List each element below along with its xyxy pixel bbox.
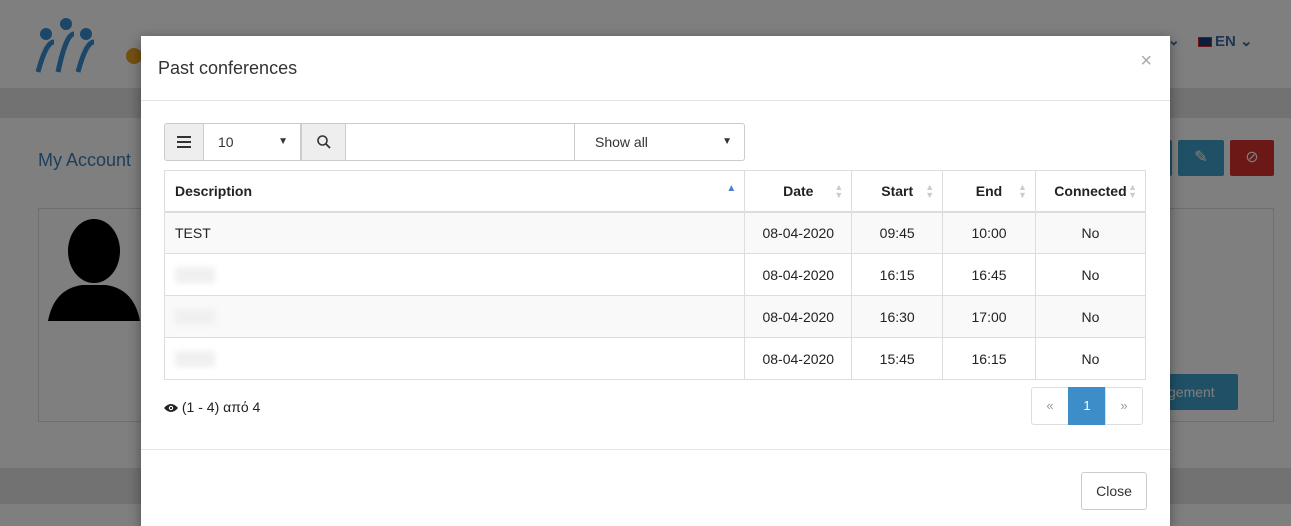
redacted-text [175, 267, 215, 284]
cell-start: 16:15 [851, 253, 944, 296]
cell-connected: No [1034, 253, 1147, 296]
sort-icon: ▲ ▼ [1128, 182, 1137, 200]
redacted-text [175, 351, 215, 368]
cell-description: TEST [163, 211, 746, 254]
modal-title: Past conferences [158, 58, 298, 78]
column-header-start[interactable]: Start ▲ ▼ [851, 170, 944, 213]
column-header-label: Connected [1054, 182, 1127, 199]
column-header-connected[interactable]: Connected ▲ ▼ [1034, 170, 1147, 213]
cell-description [163, 253, 746, 296]
cell-connected: No [1034, 337, 1147, 380]
cell-date: 08-04-2020 [744, 253, 853, 296]
cell-start: 16:30 [851, 295, 944, 338]
close-icon[interactable]: × [1140, 50, 1152, 73]
cell-end: 16:45 [942, 253, 1036, 296]
page-length-value: 10 [218, 134, 234, 150]
caret-down-icon: ▼ [278, 136, 288, 147]
page-length-select[interactable]: 10 ▼ [203, 123, 301, 161]
column-header-end[interactable]: End ▲ ▼ [942, 170, 1036, 213]
table-header-row: Description ▲ Date ▲ ▼ Start ▲ ▼ End ▲ ▼ Co… [163, 170, 1147, 213]
filter-value: Show all [595, 134, 648, 150]
cell-end: 17:00 [942, 295, 1036, 338]
column-header-label: Date [783, 182, 814, 199]
cell-end: 16:15 [942, 337, 1036, 380]
cell-connected: No [1034, 211, 1147, 254]
page-1-button[interactable]: 1 [1068, 387, 1106, 425]
cell-date: 08-04-2020 [744, 337, 853, 380]
conferences-table: Description ▲ Date ▲ ▼ Start ▲ ▼ End ▲ ▼ Co… [163, 170, 1147, 380]
column-header-label: End [975, 182, 1003, 199]
cell-description [163, 295, 746, 338]
cell-date: 08-04-2020 [744, 295, 853, 338]
list-icon [164, 123, 204, 161]
close-button[interactable]: Close [1081, 472, 1147, 510]
table-row[interactable]: 08-04-2020 16:30 17:00 No [163, 295, 1147, 338]
column-header-label: Start [881, 182, 914, 199]
cell-start: 09:45 [851, 211, 944, 254]
sort-ascending-icon: ▲ [726, 183, 737, 194]
modal-footer: Close [141, 449, 1170, 526]
column-header-label: Description [175, 182, 253, 199]
cell-end: 10:00 [942, 211, 1036, 254]
sort-icon: ▲ ▼ [1018, 182, 1027, 200]
search-icon [301, 123, 346, 161]
cell-start: 15:45 [851, 337, 944, 380]
caret-down-icon: ▼ [722, 136, 732, 147]
cell-date: 08-04-2020 [744, 211, 853, 254]
cell-connected: No [1034, 295, 1147, 338]
modal-header: Past conferences × [141, 36, 1170, 101]
next-page-button[interactable]: » [1105, 387, 1143, 425]
info-text: (1 - 4) από 4 [181, 399, 261, 415]
eye-icon [164, 404, 178, 412]
table-row[interactable]: 08-04-2020 15:45 16:15 No [163, 337, 1147, 380]
column-header-date[interactable]: Date ▲ ▼ [744, 170, 853, 213]
past-conferences-modal: Past conferences × 10 ▼ Show all ▼ Descr… [141, 36, 1170, 526]
sort-icon: ▲ ▼ [834, 182, 844, 200]
filter-select[interactable]: Show all ▼ [574, 123, 745, 161]
table-row[interactable]: 08-04-2020 16:15 16:45 No [163, 253, 1147, 296]
table-info: (1 - 4) από 4 [164, 399, 260, 415]
cell-description [163, 337, 746, 380]
table-row[interactable]: TEST 08-04-2020 09:45 10:00 No [163, 211, 1147, 254]
redacted-text [175, 309, 215, 326]
sort-icon: ▲ ▼ [925, 182, 935, 200]
search-input[interactable] [345, 123, 575, 161]
prev-page-button[interactable]: « [1031, 387, 1069, 425]
pagination: « 1 » [1031, 387, 1143, 425]
column-header-description[interactable]: Description ▲ [163, 170, 746, 213]
